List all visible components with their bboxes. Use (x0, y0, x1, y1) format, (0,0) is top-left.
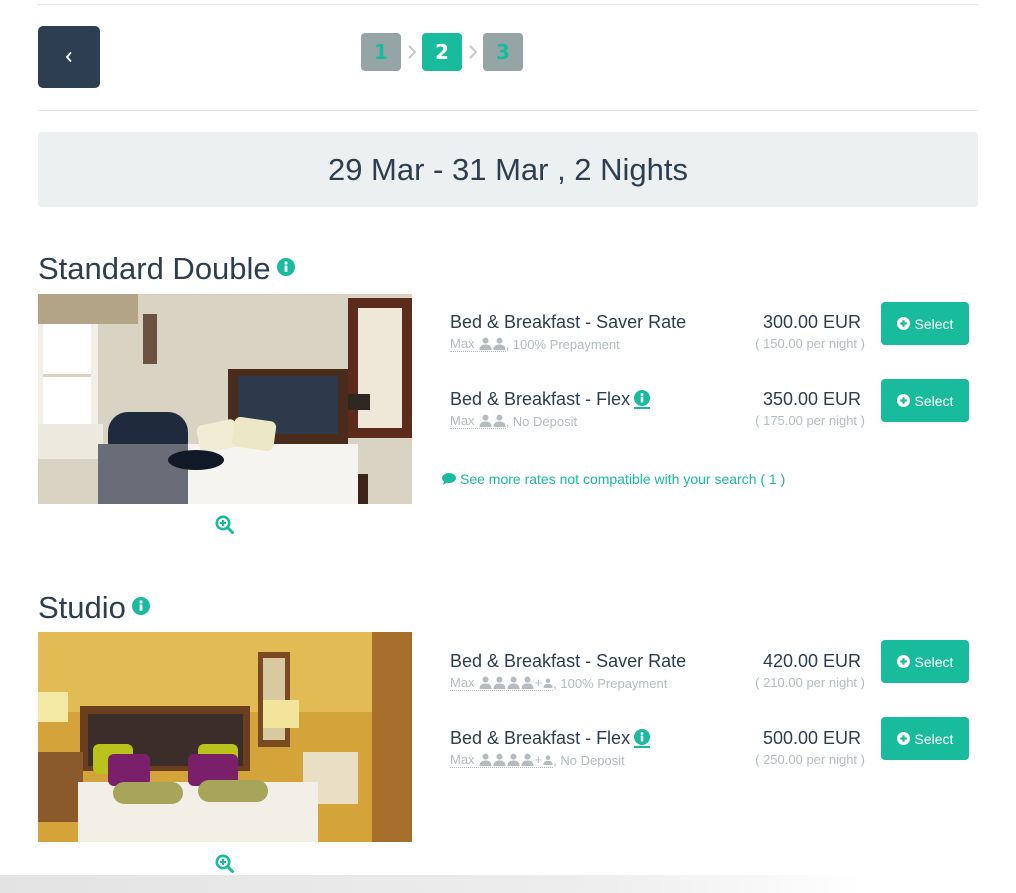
step-3[interactable]: 3 (483, 33, 523, 71)
rate-per-night: ( 210.00 per night ) (755, 675, 865, 690)
rate-conditions: Max + , No Deposit (450, 752, 625, 768)
stay-summary: 29 Mar - 31 Mar , 2 Nights (327, 151, 689, 187)
room-title-text: Standard Double (38, 251, 271, 286)
adult-icon (507, 753, 520, 766)
room-photo-standard-double[interactable] (38, 294, 412, 504)
rate-total-price: 500.00 EUR (762, 728, 861, 748)
max-occupancy: Max + (450, 752, 554, 768)
chevron-right-icon (401, 44, 422, 60)
plus-circle-icon (896, 394, 910, 407)
zoom-in-icon[interactable] (215, 515, 235, 535)
rate-total-price: 350.00 EUR (762, 389, 861, 409)
adult-icon (479, 337, 492, 350)
rate-conditions: Max , 100% Prepayment (450, 336, 620, 352)
select-rate-button[interactable]: Select (881, 379, 969, 422)
rate-per-night: ( 175.00 per night ) (755, 413, 865, 428)
stay-summary-bar: 29 Mar - 31 Mar , 2 Nights (38, 132, 978, 207)
plus-circle-icon (896, 732, 910, 745)
max-occupancy: Max + (450, 675, 554, 691)
room-title-text: Studio (38, 590, 126, 625)
child-icon (543, 754, 553, 765)
info-icon[interactable] (131, 587, 150, 623)
rate-per-night: ( 150.00 per night ) (755, 336, 865, 351)
step-1[interactable]: 1 (361, 33, 401, 71)
booking-steps: 1 2 3 (361, 33, 523, 71)
plus-circle-icon (896, 317, 910, 330)
see-more-rates-link[interactable]: See more rates not compatible with your … (442, 471, 785, 487)
rate-total-price: 420.00 EUR (762, 651, 861, 671)
chevron-left-icon (65, 52, 72, 62)
info-icon[interactable] (276, 248, 295, 284)
max-occupancy: Max (450, 336, 506, 352)
back-button[interactable] (38, 26, 100, 88)
adult-icon (507, 676, 520, 689)
adult-icon (479, 676, 492, 689)
rate-total-price: 300.00 EUR (762, 312, 861, 332)
plus-sign: + (534, 675, 543, 690)
adult-icon (493, 676, 506, 689)
adult-icon (479, 414, 492, 427)
info-icon[interactable] (634, 390, 651, 409)
adult-icon (493, 414, 506, 427)
select-rate-button[interactable]: Select (881, 640, 969, 683)
top-divider (38, 4, 978, 5)
select-rate-button[interactable]: Select (881, 717, 969, 760)
info-icon[interactable] (634, 729, 651, 748)
max-occupancy: Max (450, 413, 506, 429)
comment-icon (442, 473, 456, 485)
plus-sign: + (534, 752, 543, 767)
bottom-scroll-shadow (0, 875, 1016, 893)
adult-icon (493, 753, 506, 766)
rate-name: Bed & Breakfast - Saver Rate (450, 651, 687, 671)
adult-icon (493, 337, 506, 350)
rate-name: Bed & Breakfast - Flex (450, 728, 651, 749)
room-title-standard-double: Standard Double (38, 248, 295, 287)
room-title-studio: Studio (38, 587, 150, 626)
chevron-right-icon (462, 44, 483, 60)
plus-circle-icon (896, 655, 910, 668)
adult-icon (479, 753, 492, 766)
zoom-in-icon[interactable] (215, 854, 235, 874)
rate-per-night: ( 250.00 per night ) (755, 752, 865, 767)
child-icon (543, 677, 553, 688)
rate-name: Bed & Breakfast - Saver Rate (450, 312, 687, 332)
room-photo-studio[interactable] (38, 632, 412, 842)
rate-conditions: Max , No Deposit (450, 413, 578, 429)
step-2[interactable]: 2 (422, 33, 462, 71)
adult-icon (521, 676, 534, 689)
select-rate-button[interactable]: Select (881, 302, 969, 345)
nav-divider (38, 110, 978, 111)
adult-icon (521, 753, 534, 766)
rate-conditions: Max + , 100% Prepayment (450, 675, 668, 691)
rate-name: Bed & Breakfast - Flex (450, 389, 651, 410)
